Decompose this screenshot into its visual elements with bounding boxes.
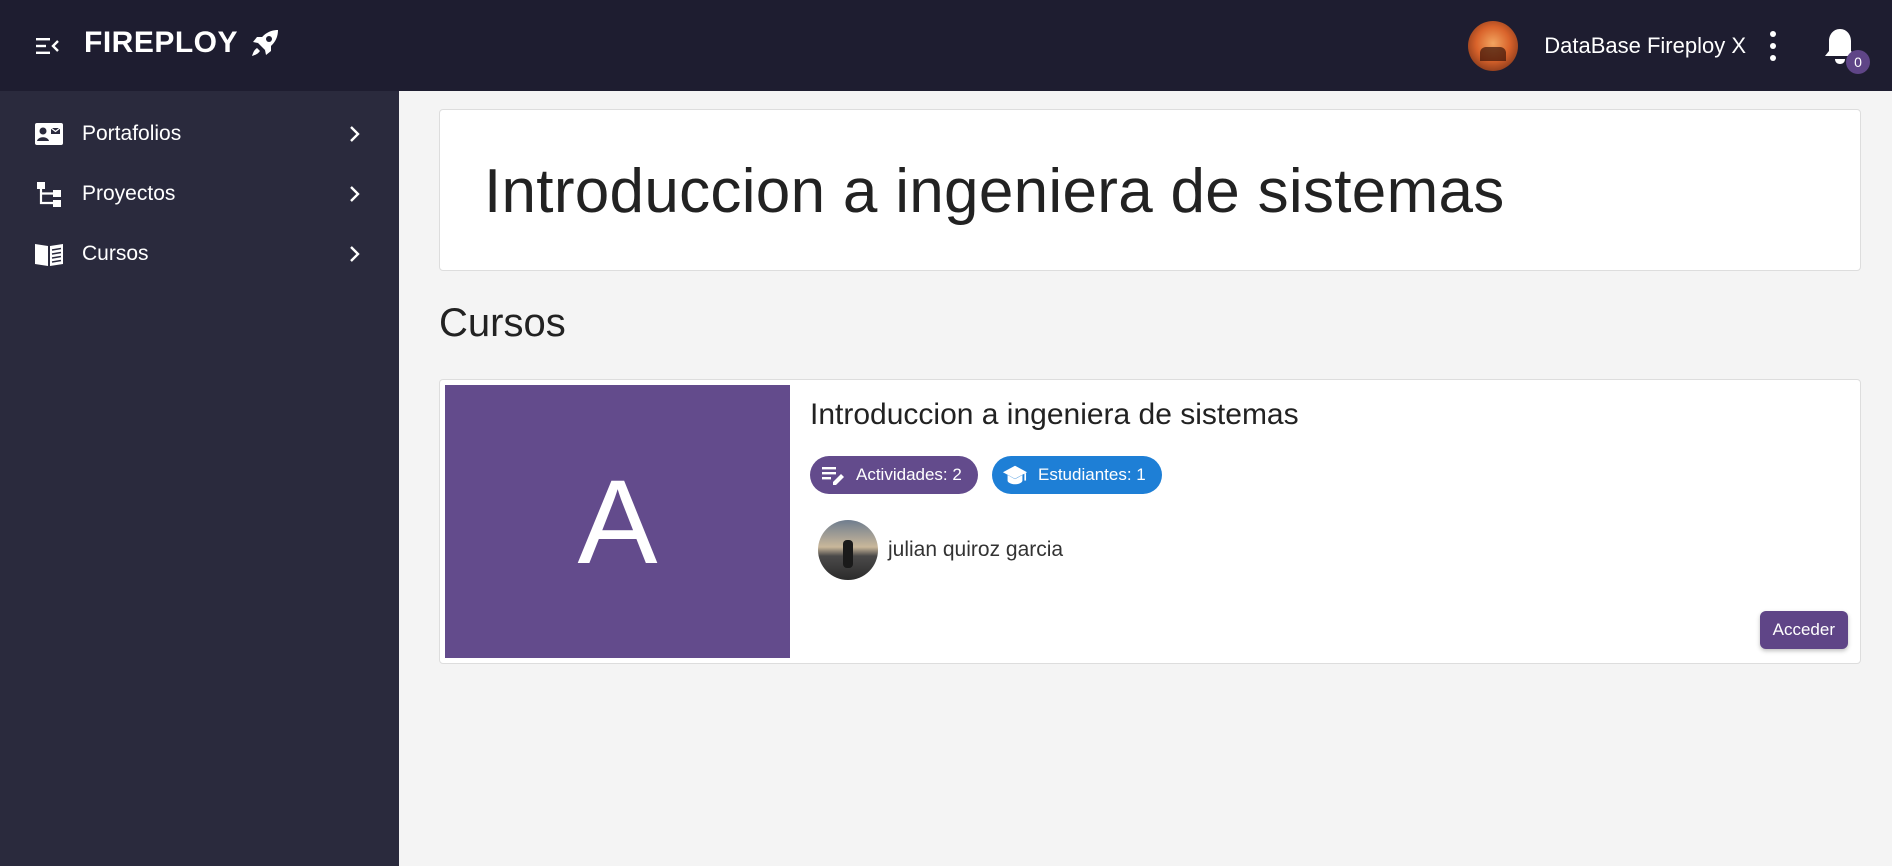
students-count: Estudiantes: 1 bbox=[1038, 465, 1146, 484]
students-chip: Estudiantes: 1 bbox=[992, 456, 1162, 494]
more-options-icon[interactable] bbox=[1764, 30, 1782, 61]
chevron-right-icon bbox=[344, 244, 364, 264]
sidebar-item-portafolios[interactable]: Portafolios bbox=[0, 106, 399, 162]
notifications-bell-icon[interactable]: 0 bbox=[1822, 26, 1870, 74]
chevron-right-icon bbox=[344, 124, 364, 144]
brand-logo[interactable]: FIREPLOY bbox=[84, 26, 282, 60]
book-icon bbox=[34, 239, 64, 269]
notification-count-badge: 0 bbox=[1846, 49, 1870, 74]
activities-chip: Actividades: 2 bbox=[810, 456, 978, 494]
member-row: julian quiroz garcia bbox=[818, 520, 1063, 580]
member-avatar bbox=[818, 520, 878, 580]
main-content: Introduccion a ingeniera de sistemas Cur… bbox=[399, 91, 1892, 866]
activities-count: Actividades: 2 bbox=[856, 465, 962, 484]
member-name: julian quiroz garcia bbox=[888, 538, 1064, 561]
course-thumbnail-letter: A bbox=[577, 454, 658, 589]
access-button[interactable]: Acceder bbox=[1759, 611, 1848, 649]
sidebar-item-label: Cursos bbox=[82, 242, 149, 265]
page-title: Introduccion a ingeniera de sistemas bbox=[484, 157, 1505, 226]
course-title: Introduccion a ingeniera de sistemas bbox=[810, 398, 1299, 431]
chevron-right-icon bbox=[344, 184, 364, 204]
sidebar-item-label: Portafolios bbox=[82, 122, 182, 145]
sidebar: Portafolios Proyectos Cursos bbox=[0, 91, 399, 866]
user-avatar[interactable] bbox=[1468, 20, 1519, 71]
graduation-cap-icon bbox=[1002, 462, 1028, 488]
rocket-icon bbox=[252, 30, 279, 56]
brand-name: FIREPLOY bbox=[84, 26, 239, 59]
edit-notes-icon bbox=[820, 462, 846, 488]
menu-collapse-icon[interactable] bbox=[34, 33, 60, 59]
sidebar-item-proyectos[interactable]: Proyectos bbox=[0, 166, 399, 222]
sidebar-item-label: Proyectos bbox=[82, 182, 176, 205]
course-card: A Introduccion a ingeniera de sistemas A… bbox=[439, 379, 1861, 664]
section-title: Cursos bbox=[439, 301, 566, 345]
contact-card-icon bbox=[34, 119, 64, 149]
user-name[interactable]: DataBase Fireploy X bbox=[1544, 33, 1746, 59]
page-header-card: Introduccion a ingeniera de sistemas bbox=[439, 109, 1861, 271]
tree-structure-icon bbox=[34, 179, 64, 209]
top-app-bar: FIREPLOY DataBase Fireploy X 0 bbox=[0, 0, 1892, 91]
course-thumbnail: A bbox=[445, 385, 790, 658]
sidebar-item-cursos[interactable]: Cursos bbox=[0, 226, 399, 282]
